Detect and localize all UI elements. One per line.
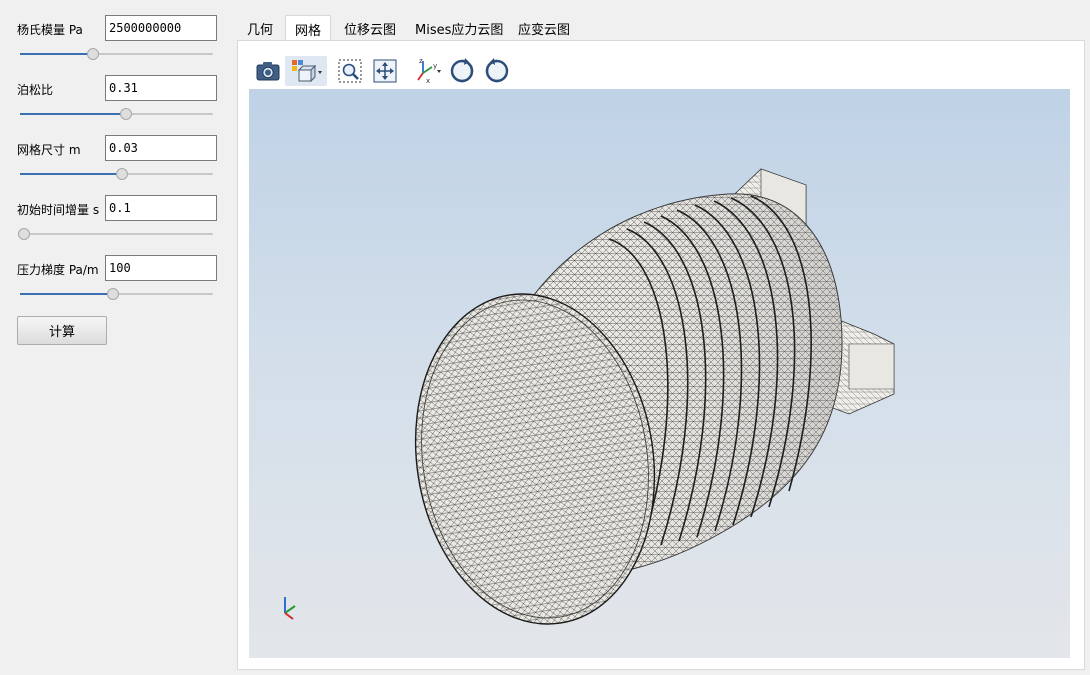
poisson-ratio-slider[interactable] <box>20 108 213 120</box>
mesh-size-slider[interactable] <box>20 168 213 180</box>
time-increment-input[interactable] <box>105 195 217 221</box>
slider-fill <box>20 113 127 115</box>
view-axes-icon[interactable]: z y x <box>409 56 445 86</box>
poisson-ratio-input[interactable] <box>105 75 217 101</box>
tab-mises-stress[interactable]: Mises应力云图 <box>406 15 512 41</box>
camera-icon[interactable] <box>253 56 283 86</box>
mesh-viewer: z y x <box>249 52 1070 658</box>
param-label-pressure-gradient: 压力梯度 Pa/m <box>17 263 99 277</box>
time-increment-slider[interactable] <box>17 228 213 240</box>
slider-fill <box>20 53 94 55</box>
youngs-modulus-input[interactable] <box>105 15 217 41</box>
display-mode-icon[interactable] <box>285 56 327 86</box>
pressure-gradient-slider[interactable] <box>20 288 213 300</box>
svg-text:z: z <box>419 57 423 65</box>
slider-fill <box>20 173 123 175</box>
tab-displacement[interactable]: 位移云图 <box>335 15 405 41</box>
param-label-poisson-ratio: 泊松比 <box>17 83 54 97</box>
viewer-toolbar: z y x <box>249 52 1070 89</box>
slider-handle[interactable] <box>87 48 100 60</box>
pressure-gradient-input[interactable] <box>105 255 217 281</box>
rotate-ccw-icon[interactable] <box>482 56 512 86</box>
slider-handle[interactable] <box>17 228 30 240</box>
tab-strain[interactable]: 应变云图 <box>509 15 579 41</box>
mesh-model <box>284 168 895 625</box>
3d-viewport[interactable] <box>249 89 1070 658</box>
fit-all-icon[interactable] <box>370 56 400 86</box>
svg-text:y: y <box>433 62 437 70</box>
tab-geometry[interactable]: 几何 <box>238 15 282 41</box>
param-label-time-increment: 初始时间增量 s <box>17 203 100 217</box>
param-label-mesh-size: 网格尺寸 m <box>17 143 81 157</box>
slider-handle[interactable] <box>120 108 133 120</box>
calculate-button[interactable]: 计算 <box>17 316 107 345</box>
slider-handle[interactable] <box>116 168 129 180</box>
youngs-modulus-slider[interactable] <box>20 48 213 60</box>
rotate-cw-icon[interactable] <box>447 56 477 86</box>
axis-triad-icon <box>284 597 296 620</box>
zoom-box-icon[interactable] <box>335 56 365 86</box>
param-label-youngs-modulus: 杨氏模量 Pa <box>17 23 83 37</box>
mesh-size-input[interactable] <box>105 135 217 161</box>
svg-text:x: x <box>426 77 430 85</box>
slider-fill <box>20 293 113 295</box>
slider-handle[interactable] <box>106 288 119 300</box>
tab-mesh[interactable]: 网格 <box>285 15 332 42</box>
